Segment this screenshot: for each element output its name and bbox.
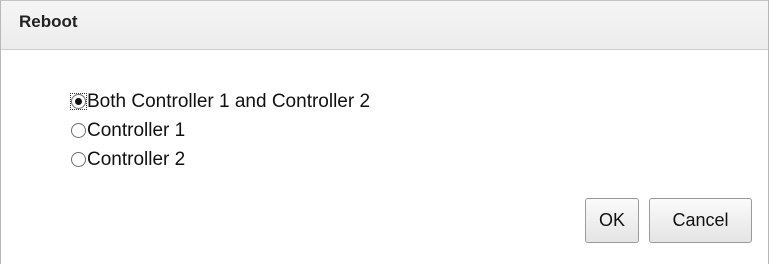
cancel-button[interactable]: Cancel [649,198,752,243]
dialog-button-row: OK Cancel [585,198,752,243]
dialog-title: Reboot [19,12,78,31]
radio-controller-2[interactable] [70,152,86,167]
dialog-header: Reboot [1,1,768,50]
option-controller-2[interactable]: Controller 2 [70,145,370,174]
radio-controller-1-wrap[interactable] [70,122,87,139]
option-label-controller-2[interactable]: Controller 2 [87,150,185,169]
radio-controller-2-wrap[interactable] [70,151,87,168]
option-label-both-controllers[interactable]: Both Controller 1 and Controller 2 [87,92,370,111]
radio-controller-1[interactable] [70,123,86,138]
ok-button[interactable]: OK [585,198,639,243]
radio-both-controllers-wrap[interactable] [70,93,87,110]
radio-both-controllers[interactable] [70,94,86,109]
option-both-controllers[interactable]: Both Controller 1 and Controller 2 [70,87,370,116]
option-label-controller-1[interactable]: Controller 1 [87,121,185,140]
option-controller-1[interactable]: Controller 1 [70,116,370,145]
reboot-target-options: Both Controller 1 and Controller 2 Contr… [70,87,370,174]
reboot-dialog: Reboot Both Controller 1 and Controller … [0,0,769,264]
